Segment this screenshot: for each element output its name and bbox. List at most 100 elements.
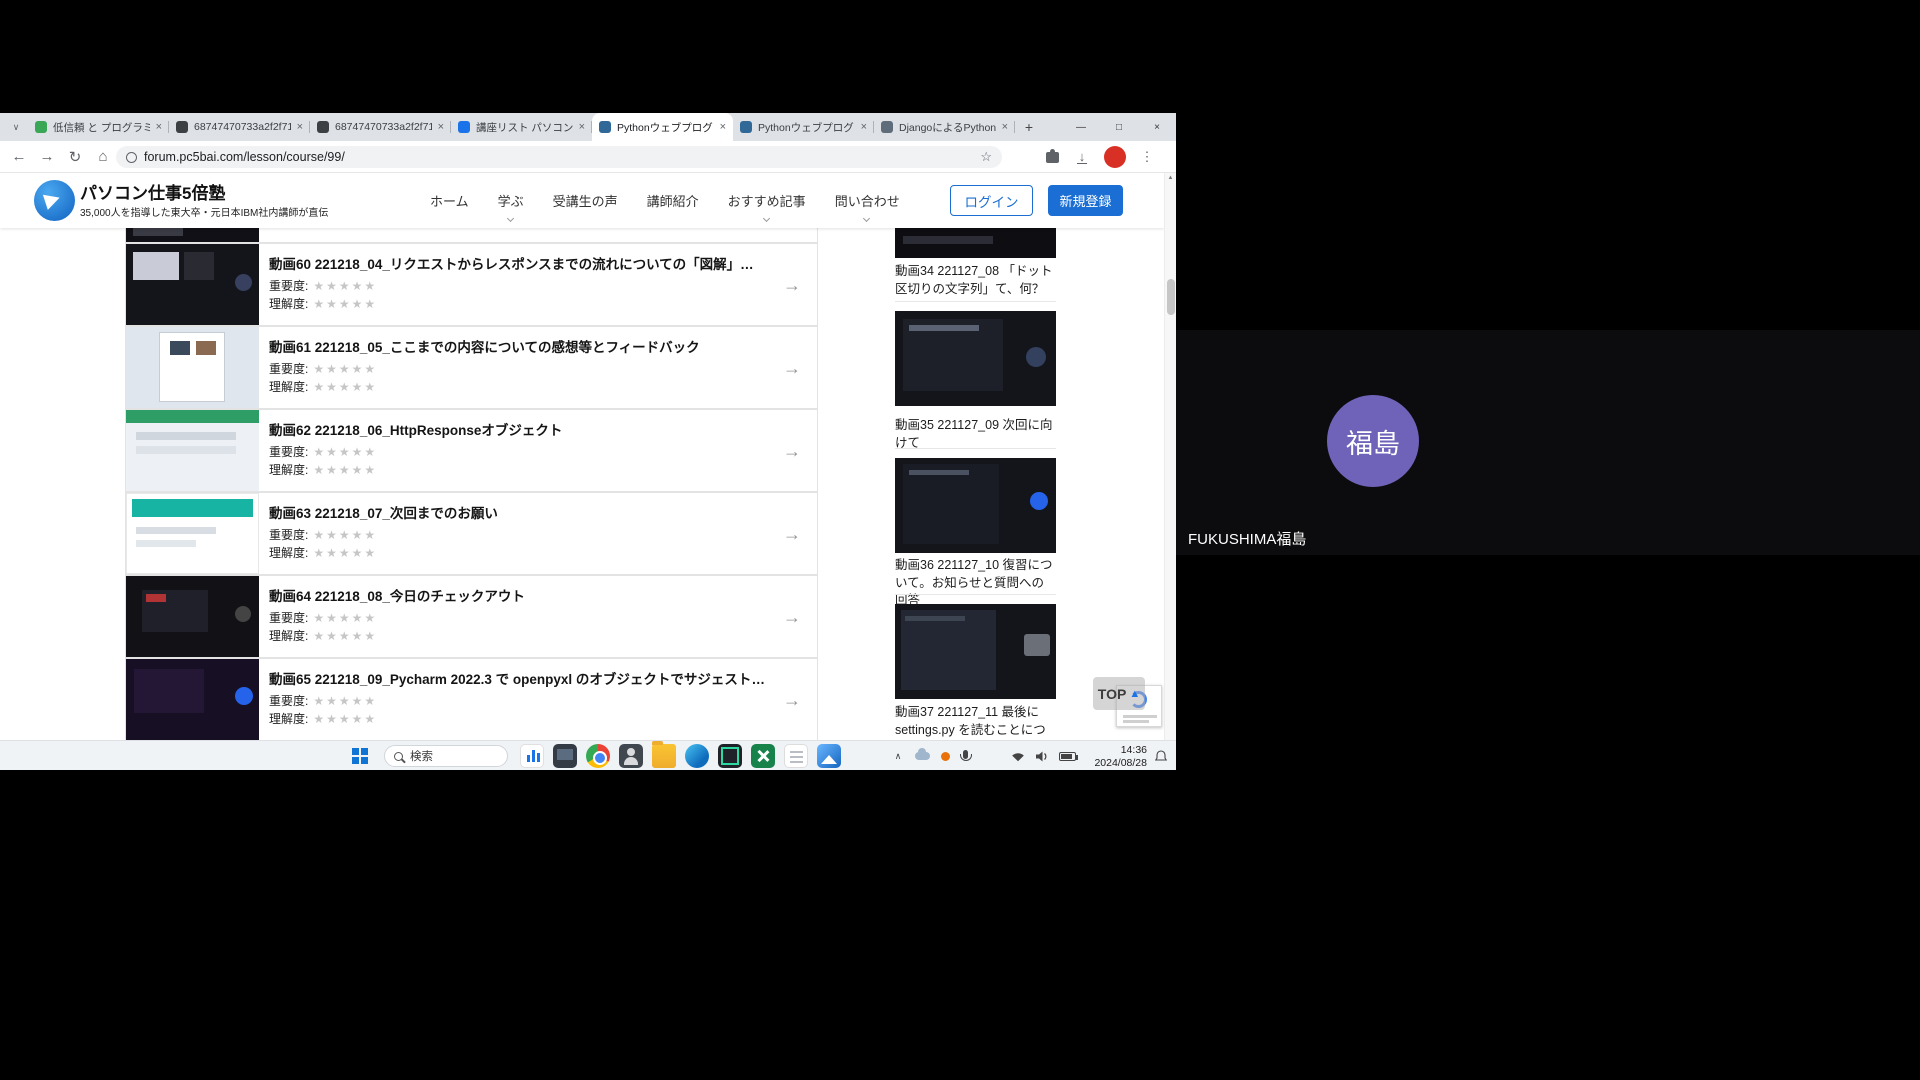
star-rating-icons[interactable]: ★★★★★ — [313, 630, 377, 642]
tab-close-icon[interactable]: × — [156, 121, 162, 133]
tab-close-icon[interactable]: × — [438, 121, 444, 133]
arrow-right-icon[interactable]: → — [783, 607, 801, 628]
star-rating-icons[interactable]: ★★★★★ — [313, 547, 377, 559]
reload-button[interactable]: ↻ — [62, 141, 88, 172]
scrollbar-thumb[interactable] — [1167, 279, 1175, 315]
tab-close-icon[interactable]: × — [861, 121, 867, 133]
importance-rating[interactable]: 重要度:★★★★★ — [269, 361, 377, 376]
star-rating-icons[interactable]: ★★★★★ — [313, 381, 377, 393]
browser-menu-icon[interactable]: ⋮ — [1138, 141, 1156, 172]
video-thumbnail[interactable] — [126, 327, 259, 408]
battery-icon[interactable] — [1055, 741, 1079, 771]
importance-rating[interactable]: 重要度:★★★★★ — [269, 444, 377, 459]
understanding-rating[interactable]: 理解度:★★★★★ — [269, 628, 377, 643]
arrow-right-icon[interactable]: → — [783, 441, 801, 462]
star-rating-icons[interactable]: ★★★★★ — [313, 280, 377, 292]
scroll-up-arrow[interactable]: ▲ — [1165, 175, 1176, 181]
video-thumbnail[interactable] — [126, 244, 259, 325]
star-rating-icons[interactable]: ★★★★★ — [313, 298, 377, 310]
video-thumbnail[interactable] — [126, 576, 259, 657]
arrow-right-icon[interactable]: → — [783, 690, 801, 711]
lesson-card[interactable]: 動画60 221218_04_リクエストからレスポンスまでの流れについての「図解… — [125, 243, 818, 326]
lesson-card[interactable]: 動画63 221218_07_次回までのお願い 重要度:★★★★★ 理解度:★★… — [125, 492, 818, 575]
arrow-right-icon[interactable]: → — [783, 275, 801, 296]
signup-button[interactable]: 新規登録 — [1048, 185, 1123, 216]
sidebar-video-thumbnail[interactable] — [895, 228, 1056, 258]
sidebar-video-caption[interactable]: 動画37 221127_11 最後に settings.py を読むことについて — [895, 704, 1056, 740]
star-rating-icons[interactable]: ★★★★★ — [313, 363, 377, 375]
microphone-icon[interactable] — [957, 741, 973, 771]
sidebar-video-thumbnail[interactable] — [895, 311, 1056, 406]
minimize-button[interactable]: — — [1062, 113, 1100, 141]
taskbar-app-file-explorer-icon[interactable] — [652, 744, 676, 768]
close-button[interactable]: × — [1138, 113, 1176, 141]
tab-search-button[interactable]: ∨ — [6, 117, 26, 137]
browser-tab[interactable]: Pythonウェブプログラミン × — [733, 113, 874, 141]
login-button[interactable]: ログイン — [950, 185, 1033, 216]
sidebar-video-caption[interactable]: 動画34 221127_08 「ドット区切りの文字列」て、何？ — [895, 263, 1056, 298]
importance-rating[interactable]: 重要度:★★★★★ — [269, 527, 377, 542]
browser-tab[interactable]: 低信頼 と プログラミン × — [28, 113, 169, 141]
star-rating-icons[interactable]: ★★★★★ — [313, 464, 377, 476]
sidebar-video-thumbnail[interactable] — [895, 458, 1056, 553]
arrow-right-icon[interactable]: → — [783, 358, 801, 379]
url-text[interactable]: forum.pc5bai.com/lesson/course/99/ — [144, 150, 973, 164]
taskbar-clock[interactable]: 14:36 2024/08/28 — [1085, 744, 1147, 770]
site-info-icon[interactable] — [126, 152, 137, 163]
star-rating-icons[interactable]: ★★★★★ — [313, 713, 377, 725]
url-bar[interactable]: forum.pc5bai.com/lesson/course/99/ ☆ — [116, 146, 1002, 168]
star-rating-icons[interactable]: ★★★★★ — [313, 529, 377, 541]
tray-app-icon[interactable] — [938, 741, 952, 771]
video-thumbnail[interactable] — [126, 493, 259, 574]
tray-chevron-icon[interactable]: ∧ — [890, 741, 906, 771]
understanding-rating[interactable]: 理解度:★★★★★ — [269, 462, 377, 477]
understanding-rating[interactable]: 理解度:★★★★★ — [269, 711, 377, 726]
sidebar-video-caption[interactable]: 動画35 221127_09 次回に向けて — [895, 417, 1056, 452]
sidebar-video-caption[interactable]: 動画36 221127_10 復習について。お知らせと質問への回答 — [895, 557, 1056, 610]
tab-close-icon[interactable]: × — [1002, 121, 1008, 133]
importance-rating[interactable]: 重要度:★★★★★ — [269, 610, 377, 625]
taskbar-app-contacts-icon[interactable] — [619, 744, 643, 768]
home-button[interactable]: ⌂ — [90, 141, 116, 172]
back-button[interactable]: ← — [6, 141, 32, 172]
maximize-button[interactable]: □ — [1100, 113, 1138, 141]
lesson-card[interactable]: 動画61 221218_05_ここまでの内容についての感想等とフィードバック 重… — [125, 326, 818, 409]
browser-tab[interactable]: 68747470733a2f2f716 × — [169, 113, 310, 141]
site-logo[interactable] — [34, 180, 75, 221]
arrow-right-icon[interactable]: → — [783, 524, 801, 545]
lesson-card[interactable]: 動画64 221218_08_今日のチェックアウト 重要度:★★★★★ 理解度:… — [125, 575, 818, 658]
lesson-card[interactable]: 動画65 221218_09_Pycharm 2022.3 で openpyxl… — [125, 658, 818, 740]
taskbar-app-edge-icon[interactable] — [685, 744, 709, 768]
taskbar-app-excel-icon[interactable] — [751, 744, 775, 768]
understanding-rating[interactable]: 理解度:★★★★★ — [269, 545, 377, 560]
start-button[interactable] — [349, 745, 371, 767]
browser-tab[interactable]: DjangoによるPythonウェ × — [874, 113, 1015, 141]
tab-close-icon[interactable]: × — [297, 121, 303, 133]
star-rating-icons[interactable]: ★★★★★ — [313, 695, 377, 707]
back-to-top-button[interactable]: TOP ▲ — [1093, 677, 1145, 710]
lesson-card[interactable]: 動画62 221218_06_HttpResponseオブジェクト 重要度:★★… — [125, 409, 818, 492]
page-scrollbar[interactable]: ▲ — [1164, 173, 1176, 740]
tab-close-icon[interactable]: × — [579, 121, 585, 133]
wifi-icon[interactable] — [1008, 741, 1028, 771]
profile-avatar[interactable] — [1104, 146, 1126, 168]
notifications-bell-icon[interactable] — [1152, 741, 1170, 771]
bookmark-star-icon[interactable]: ☆ — [980, 149, 992, 165]
sidebar-video-thumbnail[interactable] — [895, 604, 1056, 699]
taskbar-app-monitor-icon[interactable] — [553, 744, 577, 768]
taskbar-app-photos-icon[interactable] — [817, 744, 841, 768]
nav-item-instructors[interactable]: 講師紹介 — [647, 191, 699, 210]
browser-tab[interactable]: 講座リスト パソコン仕事 × — [451, 113, 592, 141]
understanding-rating[interactable]: 理解度:★★★★★ — [269, 379, 377, 394]
new-tab-button[interactable]: + — [1019, 117, 1039, 137]
video-thumbnail[interactable] — [126, 410, 259, 491]
understanding-rating[interactable]: 理解度:★★★★★ — [269, 296, 377, 311]
weather-cloud-icon[interactable] — [912, 741, 932, 771]
nav-item-home[interactable]: ホーム — [430, 191, 469, 210]
taskbar-app-stocks-icon[interactable] — [520, 744, 544, 768]
taskbar-app-chrome-icon[interactable] — [586, 744, 610, 768]
forward-button[interactable]: → — [34, 141, 60, 172]
browser-tab[interactable]: 68747470733a2f2f716 × — [310, 113, 451, 141]
importance-rating[interactable]: 重要度:★★★★★ — [269, 278, 377, 293]
nav-item-articles[interactable]: おすすめ記事 — [728, 191, 806, 210]
